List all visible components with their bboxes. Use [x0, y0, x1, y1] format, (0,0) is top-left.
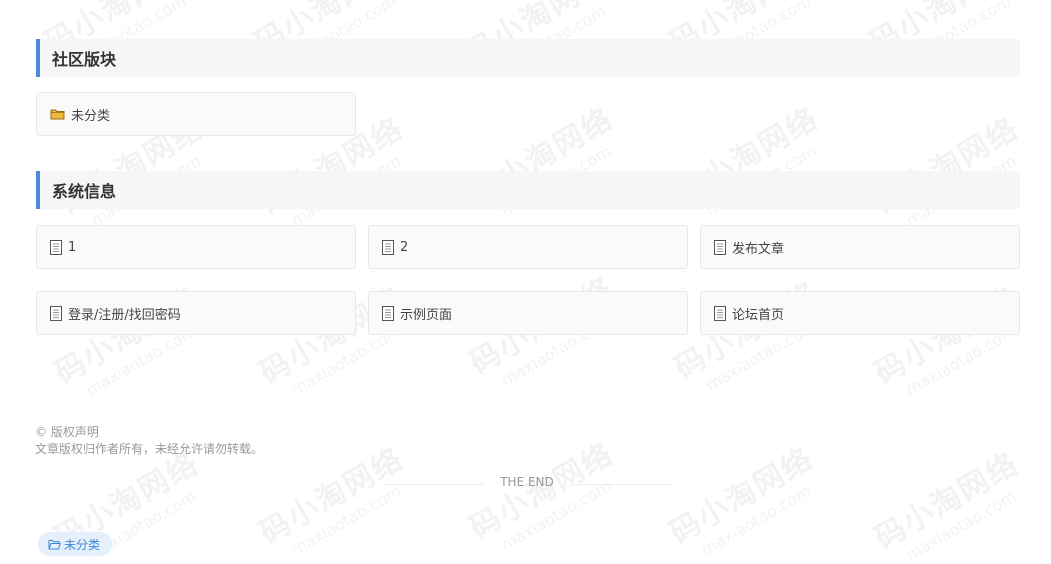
- page-link-label: 1: [68, 239, 77, 255]
- document-icon: [50, 239, 62, 255]
- document-icon: [382, 239, 394, 255]
- page-link-publish-article[interactable]: 发布文章: [700, 225, 1020, 269]
- page-link-2[interactable]: 2: [368, 225, 688, 269]
- system-section-header: 系统信息: [36, 171, 1020, 209]
- page-link-1[interactable]: 1: [36, 225, 356, 269]
- category-tag-label: 未分类: [64, 537, 101, 552]
- page-link-label: 论坛首页: [732, 307, 785, 323]
- system-section-title: 系统信息: [52, 182, 117, 201]
- watermark: 码小淘网络maxiaotao.com: [669, 276, 825, 395]
- forum-category-label: 未分类: [71, 108, 111, 124]
- page-link-sample-page[interactable]: 示例页面: [368, 291, 688, 335]
- community-section-title: 社区版块: [52, 50, 117, 69]
- end-divider-right: [570, 484, 670, 485]
- page-link-label: 2: [400, 239, 409, 255]
- copyright-text: 文章版权归作者所有，未经允许请勿转载。: [35, 442, 264, 456]
- document-icon: [714, 239, 726, 255]
- category-tag-uncategorized[interactable]: 未分类: [38, 532, 113, 556]
- watermark: 码小淘网络maxiaotao.com: [868, 446, 1026, 564]
- page-link-login-register[interactable]: 登录/注册/找回密码: [36, 291, 356, 335]
- folder-icon: [50, 108, 65, 120]
- page-link-label: 发布文章: [732, 241, 785, 257]
- watermark: 码小淘网络maxiaotao.com: [253, 441, 411, 560]
- the-end-label: THE END: [500, 475, 554, 489]
- forum-category-uncategorized[interactable]: 未分类: [36, 92, 356, 136]
- community-section-header: 社区版块: [36, 39, 1020, 77]
- folder-open-icon: [48, 539, 61, 550]
- page-link-label: 示例页面: [400, 307, 453, 323]
- copyright-title: © 版权声明: [35, 425, 99, 439]
- watermark: 码小淘网络maxiaotao.com: [663, 441, 821, 560]
- document-icon: [382, 305, 394, 321]
- page-link-label: 登录/注册/找回密码: [68, 307, 181, 323]
- document-icon: [714, 305, 726, 321]
- end-divider-left: [385, 484, 485, 485]
- copyright-notice: © 版权声明 文章版权归作者所有，未经允许请勿转载。: [35, 424, 263, 458]
- document-icon: [50, 305, 62, 321]
- watermark: 码小淘网络maxiaotao.com: [463, 436, 621, 555]
- page-link-forum-home[interactable]: 论坛首页: [700, 291, 1020, 335]
